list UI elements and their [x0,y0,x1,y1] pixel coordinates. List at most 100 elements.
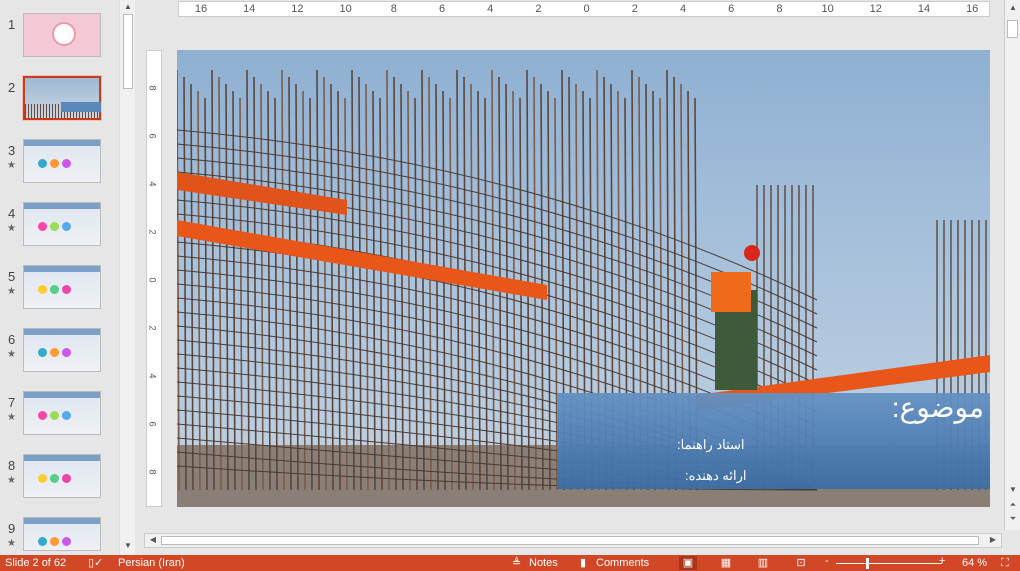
thumbnail-number: 8 [8,458,16,473]
thumbnail-number: 4 [8,206,16,221]
rebar [372,90,376,491]
animation-star-icon: ★ [7,160,16,171]
ruler-tick-label: 0 [147,277,158,283]
rebar [177,69,180,491]
worker-vest [711,272,751,312]
ruler-tick-label: 10 [821,3,834,15]
editor-vertical-scrollbar[interactable]: ▲ ▼ ⏶ ⏷ [1004,0,1020,530]
ruler-tick-label: 12 [291,3,304,15]
zoom-slider-handle[interactable] [866,558,869,569]
ruler-tick-label: 10 [339,3,352,15]
scroll-right-icon[interactable]: ▶ [985,535,1001,544]
ruler-tick-label: 2 [535,3,542,15]
rebar [442,90,446,491]
rebar [316,69,320,491]
rebar [323,76,327,491]
thumbnail-image[interactable] [23,454,101,498]
thumbnail-image[interactable] [23,265,101,309]
ruler-tick-label: 8 [776,3,783,15]
horizontal-scrollbar[interactable]: ◀ ▶ [144,533,1002,548]
previous-slide-icon[interactable]: ⏶ [1005,500,1020,510]
thumbnail-slide-4[interactable]: 4 ★ [0,202,118,252]
advisor-label[interactable]: استاد راهنما: [677,437,745,453]
fit-to-window-icon[interactable]: ⛶ [1001,557,1009,569]
thumbnail-slide-1[interactable]: 1 [0,13,118,63]
normal-view-icon[interactable]: ▣ [679,556,697,570]
thumbnail-slide-3[interactable]: 3 ★ [0,139,118,189]
worker-helmet [744,245,760,261]
ruler-tick-label: 4 [147,373,158,379]
zoom-out-button[interactable]: - [825,555,829,567]
ruler-tick-label: 0 [583,3,590,15]
thumbnail-slide-8[interactable]: 8 ★ [0,454,118,504]
comments-button[interactable]: Comments [596,557,649,569]
thumbnail-image[interactable] [23,328,101,372]
rebar [400,83,404,491]
slide-sorter-icon[interactable]: ▦ [717,556,735,570]
language-indicator[interactable]: Persian (Iran) [118,557,185,569]
rebar [386,69,390,491]
rebar [197,90,201,491]
rebar [267,90,271,491]
next-slide-icon[interactable]: ⏷ [1005,514,1020,524]
rebar [428,76,432,491]
thumbnail-number: 9 [8,521,16,536]
scroll-up-icon[interactable]: ▲ [120,2,136,11]
thumbnail-image[interactable] [23,391,101,435]
rebar [421,69,425,491]
notes-button[interactable]: Notes [529,557,558,569]
thumbnail-image[interactable] [23,517,101,551]
slide-canvas[interactable]: موضوع: استاد راهنما: ارائه دهنده: [177,50,990,507]
thumbnail-slide-6[interactable]: 6 ★ [0,328,118,378]
thumbnail-slide-7[interactable]: 7 ★ [0,391,118,441]
status-bar: Slide 2 of 62 ▯✓ Persian (Iran) ≜ Notes … [0,555,1020,571]
thumbnail-image[interactable] [23,202,101,246]
slideshow-icon[interactable]: ⊡ [792,556,810,570]
animation-star-icon: ★ [7,475,16,486]
comments-icon[interactable]: ▮ [580,557,586,569]
reading-view-icon[interactable]: ▥ [754,556,772,570]
rebar [281,69,285,491]
rebar [435,83,439,491]
rebar [330,83,334,491]
scroll-thumb[interactable] [1007,20,1018,38]
presenter-label[interactable]: ارائه دهنده: [685,468,747,484]
title-caption-box[interactable]: موضوع: استاد راهنما: ارائه دهنده: [557,391,990,489]
slide-title[interactable]: موضوع: [892,391,984,424]
thumbnail-number: 6 [8,332,16,347]
ruler-tick-label: 8 [147,469,158,475]
thumbnail-image[interactable] [23,139,101,183]
ruler-tick-label: 4 [679,3,687,15]
rebar [379,97,383,491]
animation-star-icon: ★ [7,223,16,234]
zoom-in-button[interactable]: + [939,555,945,567]
scroll-down-icon[interactable]: ▼ [120,541,136,550]
thumbnail-slide-5[interactable]: 5 ★ [0,265,118,315]
ruler-tick-label: 2 [631,3,638,15]
thumbnail-slide-2[interactable]: 2 [0,76,118,126]
thumbnail-image[interactable] [23,76,101,120]
rebar [344,97,348,491]
spell-check-icon[interactable]: ▯✓ [88,557,103,569]
ruler-tick-label: 2 [147,325,158,331]
slide-thumbnail-panel: 1 2 3 ★ 4 ★ 5 ★ 6 ★ 7 ★ 8 ★ 9 ★ [0,0,120,555]
thumbnail-image[interactable] [23,13,101,57]
scroll-down-icon[interactable]: ▼ [1005,485,1020,494]
zoom-slider[interactable] [836,563,942,564]
rebar [239,97,243,491]
scroll-thumb[interactable] [123,14,133,89]
scroll-left-icon[interactable]: ◀ [145,535,161,544]
thumbnail-number: 7 [8,395,16,410]
zoom-level[interactable]: 64 % [962,557,987,569]
rebar [253,76,257,491]
rebar [288,76,292,491]
ruler-tick-label: 16 [194,3,208,15]
rebar [365,83,369,491]
animation-star-icon: ★ [7,538,16,549]
notes-icon[interactable]: ≜ [512,557,521,569]
rebar [302,90,306,491]
thumbnail-scrollbar[interactable]: ▲ ▼ [119,0,135,555]
ruler-tick-label: 12 [869,3,882,15]
scroll-thumb[interactable] [161,536,979,545]
scroll-up-icon[interactable]: ▲ [1005,3,1020,12]
